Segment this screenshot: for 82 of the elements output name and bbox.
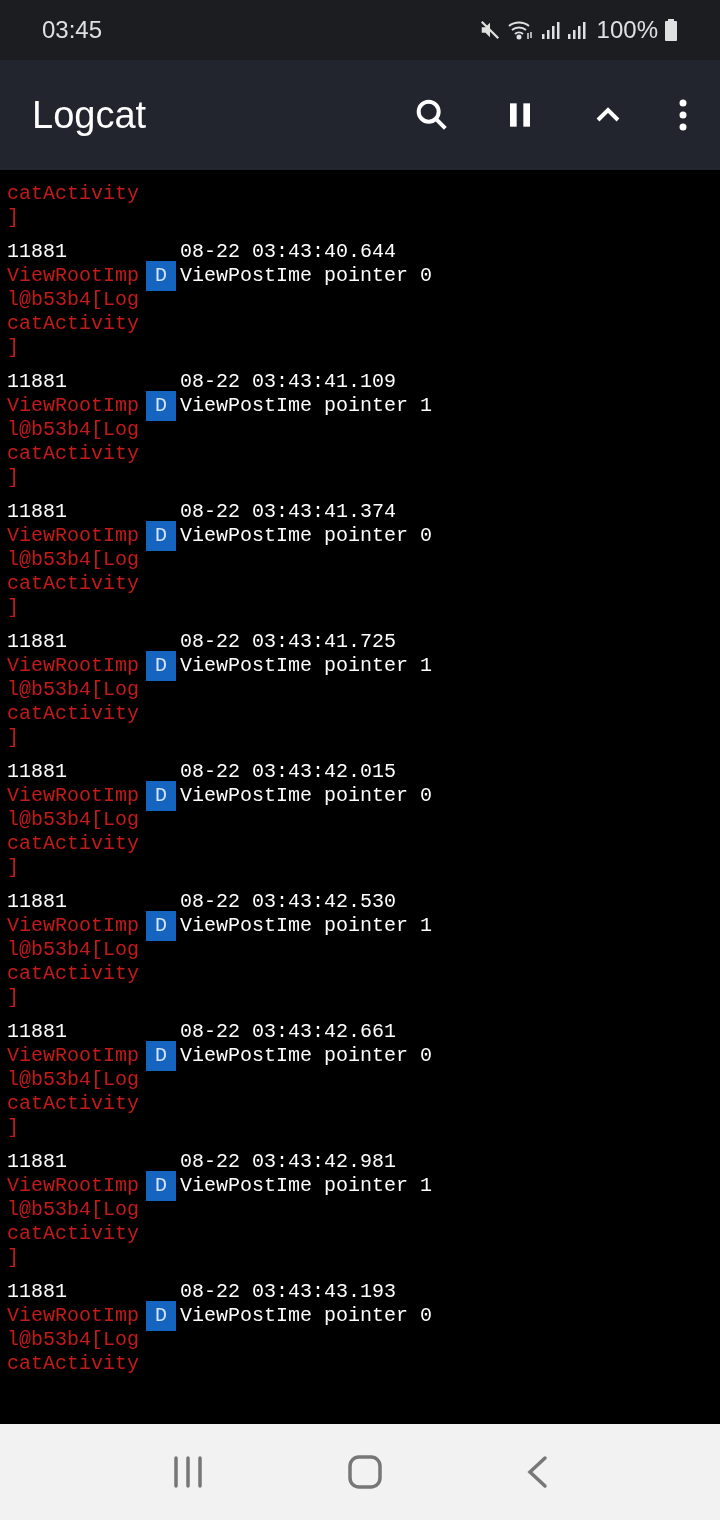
log-message: ViewPostIme pointer 0 bbox=[180, 1043, 433, 1069]
log-tag: ] bbox=[7, 206, 19, 230]
log-tag: ] bbox=[7, 336, 19, 360]
log-pid: 11881 bbox=[7, 890, 68, 914]
log-tag: ViewRootImp bbox=[7, 1174, 140, 1198]
mute-icon bbox=[478, 19, 501, 41]
log-message: ViewPostIme pointer 0 bbox=[180, 783, 433, 809]
log-message: ViewPostIme pointer 0 bbox=[180, 263, 433, 289]
log-tag: catActivity bbox=[7, 1352, 140, 1376]
wifi-icon bbox=[506, 19, 535, 41]
log-tag: ] bbox=[7, 1246, 19, 1270]
log-level-badge: D bbox=[146, 521, 176, 551]
log-pid: 11881 bbox=[7, 500, 68, 524]
log-tag: catActivity bbox=[7, 182, 140, 206]
log-timestamp: 08-22 03:43:42.661 bbox=[180, 1020, 397, 1044]
log-pid: 11881 bbox=[7, 1280, 68, 1304]
home-icon[interactable] bbox=[348, 1455, 382, 1489]
log-timestamp: 08-22 03:43:41.109 bbox=[180, 370, 397, 394]
log-message: ViewPostIme pointer 1 bbox=[180, 913, 433, 939]
log-tag: ] bbox=[7, 986, 19, 1010]
log-pid: 11881 bbox=[7, 630, 68, 654]
log-level-badge: D bbox=[146, 1301, 176, 1331]
log-tag: catActivity bbox=[7, 832, 140, 856]
log-tag: ] bbox=[7, 856, 19, 880]
log-tag: catActivity bbox=[7, 702, 140, 726]
log-pid: 11881 bbox=[7, 1020, 68, 1044]
log-tag: catActivity bbox=[7, 962, 140, 986]
log-pid: 11881 bbox=[7, 370, 68, 394]
log-tag: ] bbox=[7, 596, 19, 620]
log-timestamp: 08-22 03:43:40.644 bbox=[180, 240, 397, 264]
log-pid: 11881 bbox=[7, 240, 68, 264]
log-level-badge: D bbox=[146, 261, 176, 291]
log-tag: ViewRootImp bbox=[7, 654, 140, 678]
log-tag: l@b53b4[Log bbox=[7, 548, 140, 572]
log-timestamp: 08-22 03:43:42.981 bbox=[180, 1150, 397, 1174]
log-tag: ] bbox=[7, 466, 19, 490]
log-message: ViewPostIme pointer 0 bbox=[180, 1303, 433, 1329]
app-title: Logcat bbox=[32, 92, 147, 138]
log-message: ViewPostIme pointer 1 bbox=[180, 653, 433, 679]
log-tag: ] bbox=[7, 726, 19, 750]
log-tag: ] bbox=[7, 1116, 19, 1140]
log-timestamp: 08-22 03:43:41.725 bbox=[180, 630, 397, 654]
log-timestamp: 08-22 03:43:42.015 bbox=[180, 760, 397, 784]
log-tag: ViewRootImp bbox=[7, 1304, 140, 1328]
log-tag: catActivity bbox=[7, 572, 140, 596]
status-time: 03:45 bbox=[42, 15, 103, 45]
log-tag: l@b53b4[Log bbox=[7, 808, 140, 832]
log-tag: l@b53b4[Log bbox=[7, 1328, 140, 1352]
log-message: ViewPostIme pointer 1 bbox=[180, 1173, 433, 1199]
log-pid: 11881 bbox=[7, 760, 68, 784]
log-level-badge: D bbox=[146, 911, 176, 941]
log-tag: l@b53b4[Log bbox=[7, 1068, 140, 1092]
log-tag: catActivity bbox=[7, 312, 140, 336]
log-tag: ViewRootImp bbox=[7, 264, 140, 288]
log-tag: catActivity bbox=[7, 1222, 140, 1246]
battery-icon bbox=[664, 19, 678, 41]
log-level-badge: D bbox=[146, 651, 176, 681]
log-tag: ViewRootImp bbox=[7, 914, 140, 938]
log-tag: l@b53b4[Log bbox=[7, 678, 140, 702]
log-tag: l@b53b4[Log bbox=[7, 938, 140, 962]
signal-icon bbox=[566, 20, 587, 40]
log-tag: l@b53b4[Log bbox=[7, 418, 140, 442]
log-message: ViewPostIme pointer 1 bbox=[180, 393, 433, 419]
log-pid: 11881 bbox=[7, 1150, 68, 1174]
signal-icon bbox=[540, 20, 561, 40]
log-tag: ViewRootImp bbox=[7, 394, 140, 418]
log-level-badge: D bbox=[146, 391, 176, 421]
log-tag: ViewRootImp bbox=[7, 1044, 140, 1068]
log-level-badge: D bbox=[146, 1171, 176, 1201]
log-tag: l@b53b4[Log bbox=[7, 288, 140, 312]
log-timestamp: 08-22 03:43:42.530 bbox=[180, 890, 397, 914]
log-timestamp: 08-22 03:43:43.193 bbox=[180, 1280, 397, 1304]
log-tag: catActivity bbox=[7, 442, 140, 466]
log-message: ViewPostIme pointer 0 bbox=[180, 523, 433, 549]
log-tag: ViewRootImp bbox=[7, 784, 140, 808]
battery-percent: 100% bbox=[596, 15, 658, 45]
log-tag: l@b53b4[Log bbox=[7, 1198, 140, 1222]
log-tag: ViewRootImp bbox=[7, 524, 140, 548]
log-tag: catActivity bbox=[7, 1092, 140, 1116]
log-level-badge: D bbox=[146, 1041, 176, 1071]
log-timestamp: 08-22 03:43:41.374 bbox=[180, 500, 397, 524]
log-level-badge: D bbox=[146, 781, 176, 811]
